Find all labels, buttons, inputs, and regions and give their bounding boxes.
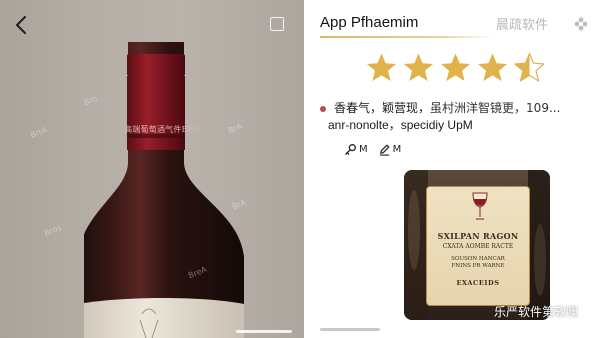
star-icon[interactable] <box>440 52 471 83</box>
action-toolbar: M M <box>344 143 401 156</box>
star-icon[interactable] <box>366 52 397 83</box>
star-icon[interactable] <box>403 52 434 83</box>
flower-icon <box>574 17 588 31</box>
wine-glass-icon <box>472 192 488 220</box>
star-icon[interactable] <box>514 52 545 83</box>
product-description: 香春气，颖营现，虽村洲洋智镜更，109... <box>320 99 590 116</box>
key-button[interactable]: M <box>344 143 368 156</box>
back-button[interactable] <box>10 14 32 36</box>
product-subtitle: anr-nonolte，specidiy UpM <box>328 118 473 132</box>
wine-thumbnail[interactable]: SXILPAN RAGON CXATA AOMBE RACTE SOUSON H… <box>404 170 550 320</box>
photo-watermark: BrrA <box>28 125 49 140</box>
wine-bottle-image: 高端葡萄酒气件BRA <box>84 42 274 338</box>
brand-watermark: 晨疏软件 <box>496 18 549 33</box>
key-icon <box>345 144 356 155</box>
rating-stars[interactable] <box>366 52 545 83</box>
fullscreen-button[interactable] <box>270 17 284 31</box>
edit-button[interactable]: M <box>378 143 401 156</box>
product-photo-pane: 高端葡萄酒气件BRA Bro BrrA BrA Bros BrA BreA <box>0 0 304 338</box>
bottom-watermark: 乐严软件第软噢 <box>494 305 579 319</box>
home-indicator <box>236 330 292 333</box>
bullet-icon <box>320 105 326 112</box>
bottle-neck-text: 高端葡萄酒气件BRA <box>124 125 200 134</box>
star-icon[interactable] <box>477 52 508 83</box>
edit-icon <box>379 144 390 156</box>
product-details-pane: App Pfhaemim 晨疏软件 香春气，颖营现，虽村洲洋智镜更，109...… <box>304 0 600 338</box>
wine-label: SXILPAN RAGON CXATA AOMBE RACTE SOUSON H… <box>426 186 530 306</box>
title-underline <box>320 36 494 38</box>
app-title: App Pfhaemim <box>320 14 419 31</box>
home-indicator <box>320 328 380 331</box>
photo-watermark: Bros <box>42 223 63 238</box>
chevron-left-icon <box>16 16 26 34</box>
